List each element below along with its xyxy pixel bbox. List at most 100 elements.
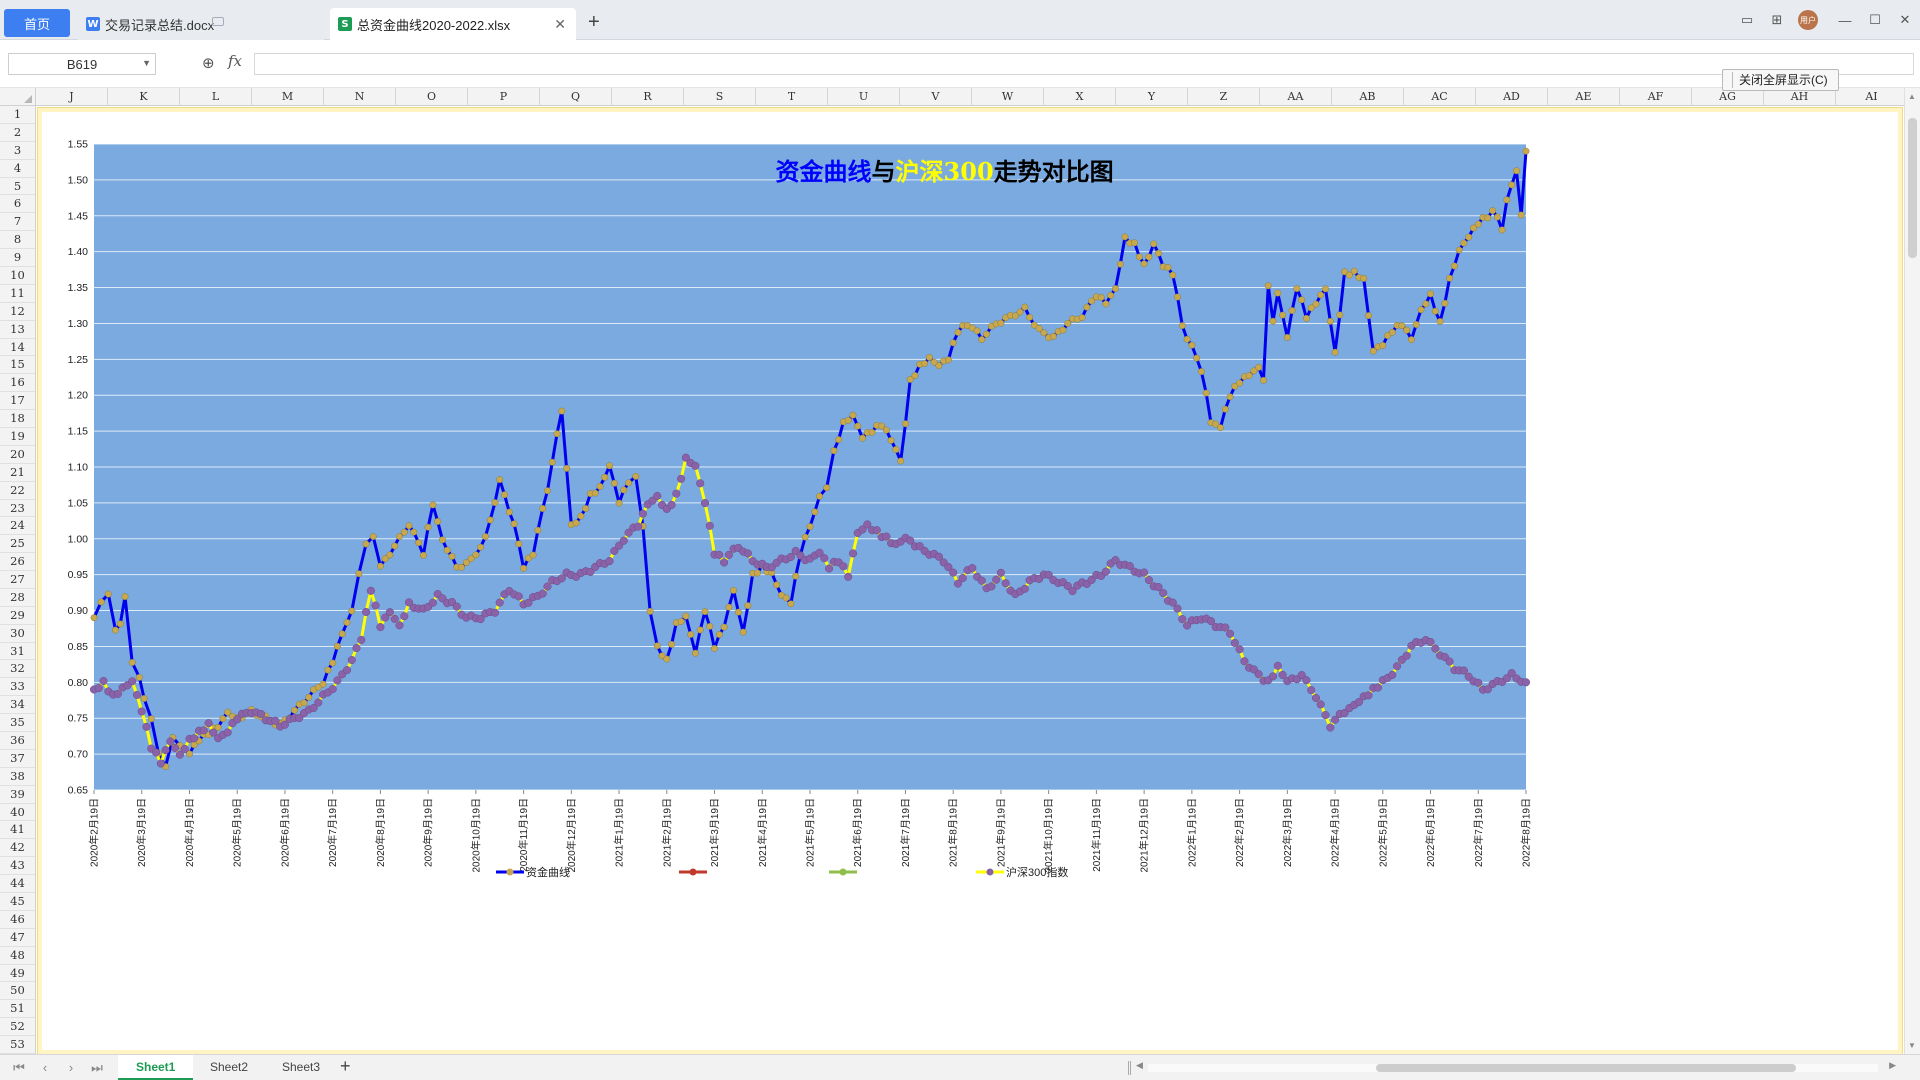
row-header-32[interactable]: 32 [0, 660, 35, 679]
column-header-S[interactable]: S [684, 88, 756, 106]
tab-doc-file[interactable]: W 交易记录总结.docx [78, 8, 324, 40]
home-tab[interactable]: 首页 [4, 9, 70, 37]
row-header-24[interactable]: 24 [0, 517, 35, 536]
next-sheet-icon[interactable]: › [62, 1059, 80, 1077]
row-header-31[interactable]: 31 [0, 643, 35, 661]
close-tab-icon[interactable]: ✕ [554, 16, 566, 33]
tab-preview-icon[interactable] [212, 17, 224, 26]
row-header-36[interactable]: 36 [0, 732, 35, 750]
row-header-37[interactable]: 37 [0, 750, 35, 768]
row-header-13[interactable]: 13 [0, 321, 35, 339]
fx-icon[interactable]: fx [228, 52, 242, 70]
row-header-3[interactable]: 3 [0, 142, 35, 160]
prev-sheet-icon[interactable]: ‹ [36, 1059, 54, 1077]
grid-apps-icon[interactable]: ⊞ [1762, 5, 1792, 35]
name-box[interactable]: B619 ▼ [8, 53, 156, 75]
row-header-42[interactable]: 42 [0, 839, 35, 858]
row-header-9[interactable]: 9 [0, 249, 35, 267]
row-header-26[interactable]: 26 [0, 553, 35, 572]
row-header-5[interactable]: 5 [0, 178, 35, 196]
column-header-AA[interactable]: AA [1260, 88, 1332, 106]
add-sheet-button[interactable]: + [340, 1056, 351, 1077]
row-header-45[interactable]: 45 [0, 893, 35, 911]
row-header-16[interactable]: 16 [0, 374, 35, 393]
vertical-scrollbar[interactable]: ▲ ▼ [1904, 88, 1920, 1054]
column-header-AC[interactable]: AC [1404, 88, 1476, 106]
column-header-J[interactable]: J [36, 88, 108, 106]
row-header-25[interactable]: 25 [0, 535, 35, 554]
row-header-8[interactable]: 8 [0, 231, 35, 250]
column-header-Q[interactable]: Q [540, 88, 612, 106]
column-header-M[interactable]: M [252, 88, 324, 106]
row-header-46[interactable]: 46 [0, 911, 35, 929]
row-header-11[interactable]: 11 [0, 285, 35, 303]
column-header-W[interactable]: W [972, 88, 1044, 106]
sheet-tab-1[interactable]: Sheet1 [118, 1055, 194, 1080]
horizontal-scrollbar[interactable]: ◀ ▶ [1136, 1060, 1896, 1074]
minimize-button[interactable]: — [1830, 5, 1860, 35]
row-header-47[interactable]: 47 [0, 929, 35, 947]
row-header-14[interactable]: 14 [0, 339, 35, 357]
column-header-K[interactable]: K [108, 88, 180, 106]
column-header-AF[interactable]: AF [1620, 88, 1692, 106]
row-header-49[interactable]: 49 [0, 965, 35, 983]
row-header-4[interactable]: 4 [0, 160, 35, 178]
split-handle[interactable] [1128, 1061, 1131, 1075]
scroll-left-icon[interactable]: ◀ [1136, 1060, 1143, 1071]
column-header-R[interactable]: R [612, 88, 684, 106]
column-header-O[interactable]: O [396, 88, 468, 106]
avatar[interactable]: 用户 [1798, 10, 1818, 30]
formula-input[interactable] [254, 53, 1914, 75]
chart-object[interactable]: 1.55 1.50 1.45 1.40 1.35 1.30 1.25 1.20 1.15 1.10… [38, 108, 1902, 1054]
row-header-48[interactable]: 48 [0, 947, 35, 965]
column-header-L[interactable]: L [180, 88, 252, 106]
row-header-19[interactable]: 19 [0, 428, 35, 446]
row-header-30[interactable]: 30 [0, 625, 35, 643]
row-header-38[interactable]: 38 [0, 768, 35, 786]
column-header-N[interactable]: N [324, 88, 396, 106]
last-sheet-icon[interactable]: ⏭ [88, 1059, 106, 1077]
column-header-Y[interactable]: Y [1116, 88, 1188, 106]
row-header-2[interactable]: 2 [0, 124, 35, 142]
first-sheet-icon[interactable]: ⏮ [10, 1059, 28, 1077]
horizontal-scroll-thumb[interactable] [1376, 1064, 1796, 1072]
row-header-12[interactable]: 12 [0, 303, 35, 321]
column-header-Z[interactable]: Z [1188, 88, 1260, 106]
maximize-button[interactable]: ☐ [1860, 5, 1890, 35]
select-all-corner[interactable] [0, 88, 36, 106]
row-header-28[interactable]: 28 [0, 589, 35, 607]
row-header-15[interactable]: 15 [0, 356, 35, 375]
column-header-AD[interactable]: AD [1476, 88, 1548, 106]
column-header-U[interactable]: U [828, 88, 900, 106]
column-header-AB[interactable]: AB [1332, 88, 1404, 106]
row-header-34[interactable]: 34 [0, 696, 35, 715]
sheet-tab-3[interactable]: Sheet3 [264, 1055, 338, 1080]
row-header-21[interactable]: 21 [0, 464, 35, 482]
row-header-53[interactable]: 53 [0, 1036, 35, 1054]
row-header-17[interactable]: 17 [0, 392, 35, 411]
row-header-6[interactable]: 6 [0, 195, 35, 214]
vertical-scroll-thumb[interactable] [1908, 118, 1917, 258]
column-header-AE[interactable]: AE [1548, 88, 1620, 106]
row-header-41[interactable]: 41 [0, 821, 35, 840]
column-header-T[interactable]: T [756, 88, 828, 106]
row-header-51[interactable]: 51 [0, 1000, 35, 1019]
column-header-P[interactable]: P [468, 88, 540, 106]
drag-grip-icon[interactable] [1725, 72, 1733, 88]
row-header-33[interactable]: 33 [0, 678, 35, 697]
chevron-down-icon[interactable]: ▼ [142, 58, 151, 68]
row-header-20[interactable]: 20 [0, 446, 35, 464]
row-header-35[interactable]: 35 [0, 714, 35, 733]
new-tab-button[interactable]: + [588, 12, 600, 32]
row-header-43[interactable]: 43 [0, 857, 35, 876]
row-header-44[interactable]: 44 [0, 875, 35, 894]
row-header-22[interactable]: 22 [0, 482, 35, 500]
zoom-icon[interactable]: ⊕ [202, 54, 215, 72]
row-header-23[interactable]: 23 [0, 500, 35, 518]
row-header-40[interactable]: 40 [0, 804, 35, 822]
scroll-right-icon[interactable]: ▶ [1889, 1060, 1896, 1071]
row-header-1[interactable]: 1 [0, 106, 35, 124]
screen-layout-icon[interactable]: ▭ [1732, 5, 1762, 35]
row-header-39[interactable]: 39 [0, 786, 35, 804]
row-header-52[interactable]: 52 [0, 1018, 35, 1037]
